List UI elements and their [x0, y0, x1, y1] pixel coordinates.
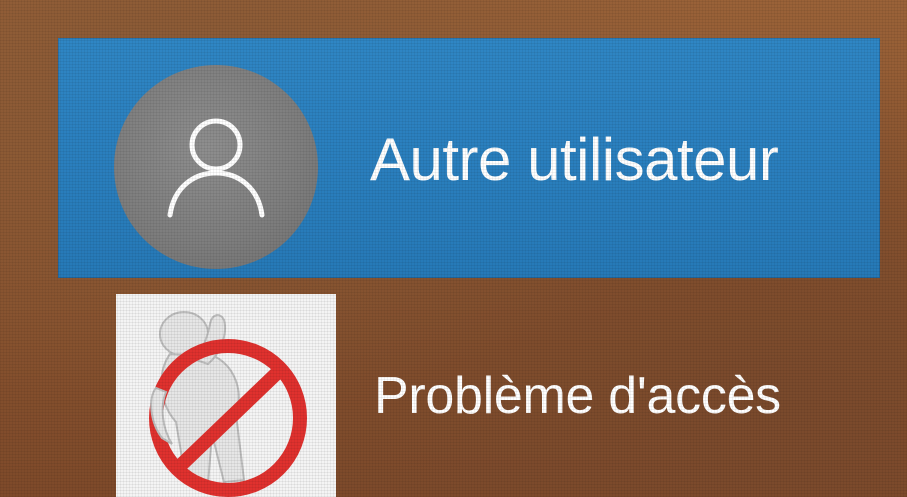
user-tile-label: Autre utilisateur: [370, 126, 779, 193]
user-icon: [167, 118, 265, 218]
avatar: [114, 65, 318, 269]
login-screen: { "users": { "other_user": { "label": "A…: [0, 0, 907, 497]
user-tile-access-problem-image[interactable]: [116, 294, 336, 497]
access-problem-label[interactable]: Problème d'accès: [374, 370, 781, 422]
user-tile-other-user[interactable]: Autre utilisateur: [58, 38, 880, 278]
no-access-icon: [149, 311, 307, 497]
